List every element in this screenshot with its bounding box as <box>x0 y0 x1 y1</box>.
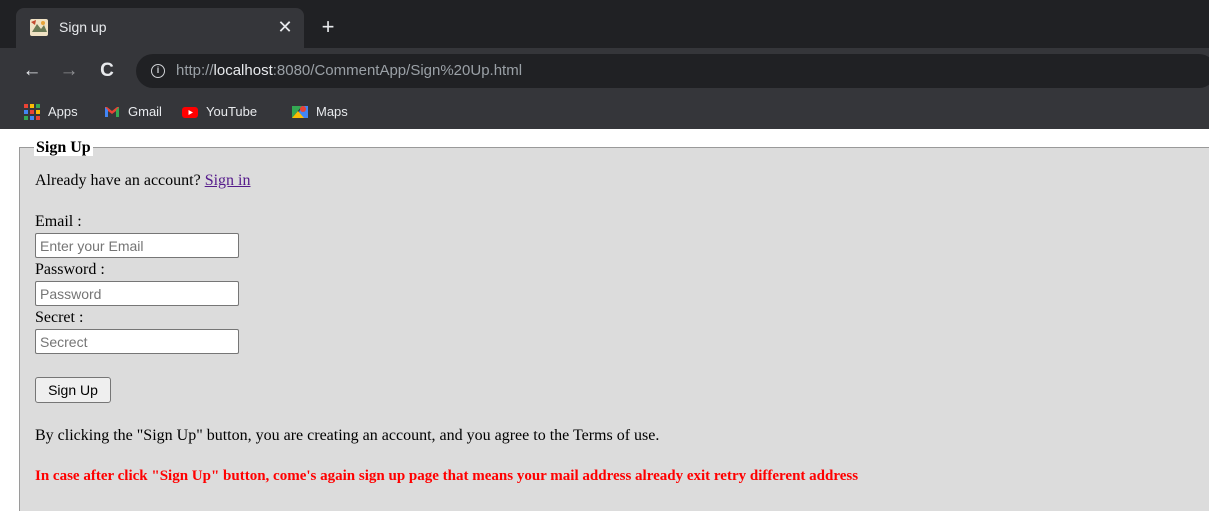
bookmark-label: Apps <box>48 104 78 119</box>
bookmark-label: YouTube <box>206 104 258 119</box>
bookmark-maps[interactable]: Maps <box>292 94 348 129</box>
sign-in-link[interactable]: Sign in <box>205 172 251 189</box>
youtube-icon <box>182 106 198 118</box>
maps-icon <box>292 105 308 118</box>
forward-arrow-icon[interactable]: → <box>56 58 82 84</box>
gmail-icon <box>105 106 119 117</box>
tab-title: Sign up <box>59 19 107 35</box>
new-tab-button[interactable]: + <box>316 16 340 40</box>
terms-text: By clicking the "Sign Up" button, you ar… <box>35 427 660 444</box>
bookmark-youtube[interactable]: YouTube <box>182 94 257 129</box>
page-favicon-icon <box>30 19 48 36</box>
already-text: Already have an account? <box>35 172 201 189</box>
warning-text: In case after click "Sign Up" button, co… <box>35 468 859 484</box>
secret-field[interactable] <box>35 329 239 354</box>
bookmark-apps[interactable]: Apps <box>24 94 78 129</box>
fieldset-legend: Sign Up <box>34 139 93 156</box>
apps-grid-icon <box>24 103 40 120</box>
bookmark-label: Maps <box>316 104 348 119</box>
address-bar[interactable]: i http://localhost:8080/CommentApp/Sign%… <box>136 54 1209 88</box>
url-text: http://localhost:8080/CommentApp/Sign%20… <box>176 62 522 79</box>
signin-prompt: Already have an account? Sign in <box>35 172 250 190</box>
url-host: localhost <box>213 62 273 79</box>
reload-icon[interactable]: C <box>94 58 120 84</box>
sign-up-button[interactable]: Sign Up <box>35 377 111 403</box>
back-arrow-icon[interactable]: ← <box>19 58 45 84</box>
page-content: Sign Up Already have an account? Sign in… <box>0 129 1209 511</box>
url-prefix: http:// <box>176 62 214 79</box>
bookmarks-bar: Apps Gmail YouTube Maps <box>0 94 1209 129</box>
password-label: Password : <box>35 261 105 278</box>
site-info-icon[interactable]: i <box>151 64 165 78</box>
tab-sign-up[interactable]: Sign up ✕ <box>16 8 304 48</box>
password-field[interactable] <box>35 281 239 306</box>
close-tab-icon[interactable]: ✕ <box>275 17 295 37</box>
url-path: :8080/CommentApp/Sign%20Up.html <box>272 62 523 79</box>
secret-label: Secret : <box>35 309 84 326</box>
bookmark-label: Gmail <box>128 104 162 119</box>
bookmark-gmail[interactable]: Gmail <box>104 94 162 129</box>
browser-toolbar: ← → C i http://localhost:8080/CommentApp… <box>0 48 1209 94</box>
email-label: Email : <box>35 213 82 230</box>
email-field[interactable] <box>35 233 239 258</box>
tab-strip: Sign up ✕ + <box>0 0 1209 48</box>
